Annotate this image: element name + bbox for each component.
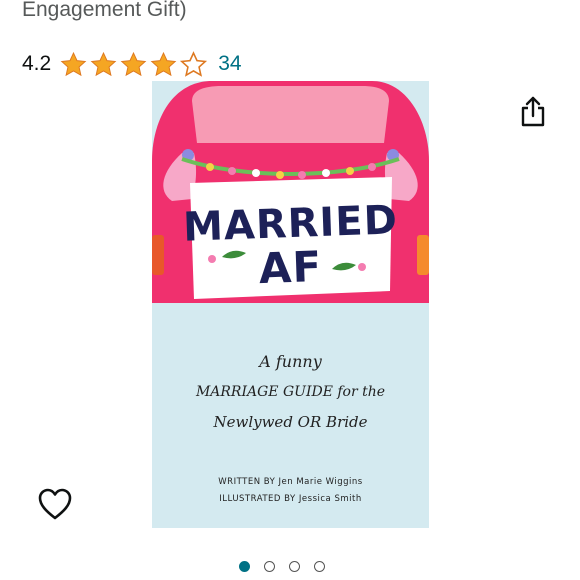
product-image-book-cover[interactable]: MARRIED AF A funny MARRIAGE GUIDE for th… (152, 81, 429, 528)
star-filled-icon (150, 51, 177, 76)
cover-author-credit: WRITTEN BY Jen Marie Wiggins (218, 477, 363, 487)
cover-tagline-line3: Newlywed OR Bride (213, 413, 368, 431)
image-carousel-dots (239, 561, 325, 572)
star-rating[interactable] (59, 50, 208, 79)
carousel-dot-1[interactable] (239, 561, 250, 572)
wishlist-button[interactable] (36, 486, 74, 522)
carousel-dot-3[interactable] (289, 561, 300, 572)
star-filled-icon (60, 51, 87, 76)
car-illustration (152, 81, 429, 343)
product-title-fragment: Engagement Gift) (22, 0, 187, 21)
review-count-link[interactable]: 34 (218, 52, 241, 76)
rating-value: 4.2 (22, 52, 52, 75)
star-empty-icon (180, 50, 208, 77)
cover-title-line2: AF (258, 241, 323, 294)
share-icon (521, 96, 545, 127)
cover-tagline-line1: A funny (259, 352, 322, 371)
heart-icon (38, 488, 72, 520)
rating-row[interactable]: 4.2 34 (22, 48, 242, 80)
cover-illustrator-credit: ILLUSTRATED BY Jessica Smith (219, 494, 362, 504)
star-filled-icon (120, 51, 147, 76)
cover-tagline-line2: MARRIAGE GUIDE for the (195, 384, 386, 400)
share-button[interactable] (515, 93, 551, 129)
star-filled-icon (90, 51, 117, 76)
carousel-dot-2[interactable] (264, 561, 275, 572)
carousel-dot-4[interactable] (314, 561, 325, 572)
